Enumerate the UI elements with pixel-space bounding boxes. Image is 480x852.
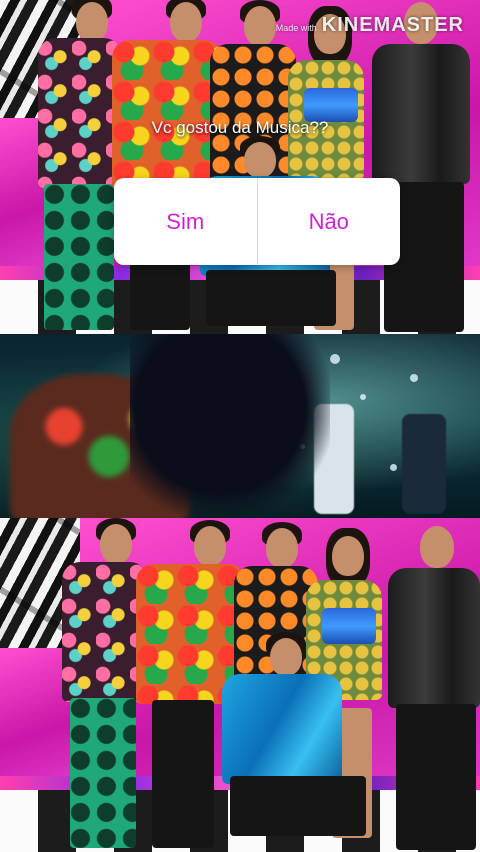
- light-sparkle: [390, 464, 397, 471]
- light-sparkle: [410, 374, 418, 382]
- poll-option-sim[interactable]: Sim: [114, 178, 257, 265]
- music-video-frame: [0, 334, 480, 518]
- bottom-group-photo: [0, 518, 480, 852]
- background-dancer: [402, 414, 446, 514]
- watermark-prefix: Made with: [275, 23, 317, 33]
- poll-question: Vc gostou da Musica??: [151, 118, 329, 137]
- light-sparkle: [330, 354, 340, 364]
- pink-backdrop: [0, 648, 70, 788]
- kinemaster-watermark: Made with KINEMASTER: [276, 14, 464, 37]
- top-group-photo: Made with KINEMASTER Vc gostou da Musica…: [0, 0, 480, 334]
- blurred-hand: [130, 334, 330, 518]
- watermark-brand: KINEMASTER: [321, 14, 464, 36]
- poll-sticker: Sim Não: [114, 178, 400, 265]
- light-sparkle: [360, 394, 366, 400]
- poll-option-nao[interactable]: Não: [258, 178, 401, 265]
